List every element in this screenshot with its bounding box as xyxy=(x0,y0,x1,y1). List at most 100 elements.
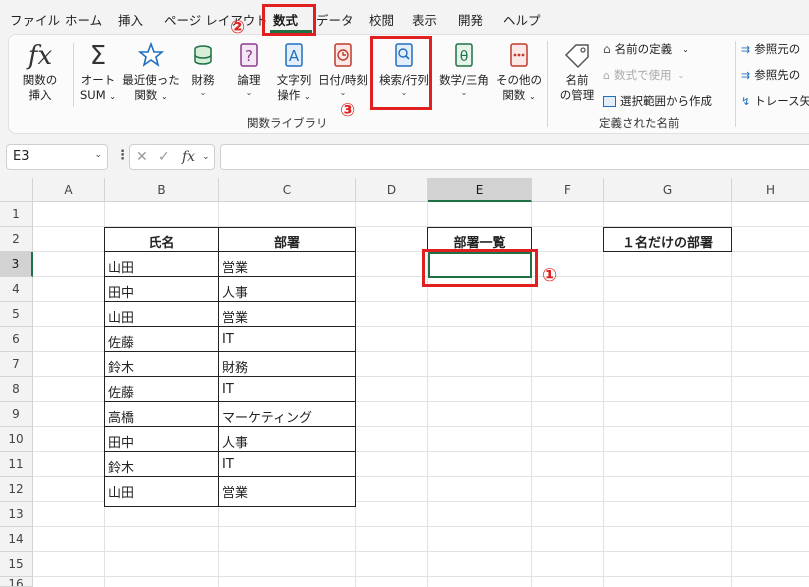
cell-c5[interactable]: 営業 xyxy=(222,307,248,326)
cell-c6[interactable]: IT xyxy=(222,332,234,347)
chevron-down-icon[interactable]: ⌄ xyxy=(94,150,102,160)
row-header-13[interactable]: 13 xyxy=(0,502,33,527)
tab-developer[interactable]: 開発 xyxy=(458,10,483,29)
tab-insert[interactable]: 挿入 xyxy=(118,10,143,29)
logical-button[interactable]: ? 論理 ⌄ xyxy=(229,41,269,98)
date-time-button[interactable]: 日付/時刻 ⌄ xyxy=(315,41,371,98)
cell-c12[interactable]: 営業 xyxy=(222,482,248,501)
name-manager-button[interactable]: 名前 の管理 xyxy=(551,41,603,103)
create-from-selection-button[interactable]: 選択範囲から作成 xyxy=(603,93,712,109)
svg-text:A: A xyxy=(289,47,300,65)
tab-help[interactable]: ヘルプ xyxy=(503,10,541,29)
cell-b9[interactable]: 高橋 xyxy=(108,407,134,426)
annotation-step-1: ① xyxy=(542,265,558,286)
cell-c10[interactable]: 人事 xyxy=(222,432,248,451)
more-options-icon[interactable]: ⋮ xyxy=(116,148,129,163)
row-header-5[interactable]: 5 xyxy=(0,302,33,327)
trace-dependents-button[interactable]: ⇉ 参照先の xyxy=(741,67,800,83)
tag-icon xyxy=(564,44,589,69)
cell-b12[interactable]: 山田 xyxy=(108,482,134,501)
row-header-8[interactable]: 8 xyxy=(0,377,33,402)
more-functions-button[interactable]: その他の 関数 ⌄ xyxy=(493,41,545,104)
select-all-corner[interactable] xyxy=(0,178,33,202)
trace-precedents-icon: ⇉ xyxy=(741,42,751,56)
header-name[interactable]: 氏名 xyxy=(105,232,218,251)
cell-b4[interactable]: 田中 xyxy=(108,282,134,301)
autosum-button[interactable]: Σ オート SUM ⌄ xyxy=(75,41,121,104)
column-header-g[interactable]: G xyxy=(604,178,732,202)
cancel-icon[interactable]: ✕ xyxy=(136,149,148,165)
formula-input[interactable] xyxy=(220,144,809,170)
row-header-3[interactable]: 3 xyxy=(0,252,33,277)
remove-arrows-icon: ↯ xyxy=(741,94,751,108)
cell-b11[interactable]: 鈴木 xyxy=(108,457,134,476)
trace-precedents-button[interactable]: ⇉ 参照元の xyxy=(741,41,800,57)
tab-home[interactable]: ホーム xyxy=(65,10,102,29)
cell-c9[interactable]: マーケティング xyxy=(222,407,312,426)
question-book-icon: ? xyxy=(240,43,258,67)
column-header-d[interactable]: D xyxy=(356,178,428,202)
svg-text:θ: θ xyxy=(460,49,469,65)
worksheet-grid[interactable]: A B C D E F G H 1 2 3 4 5 6 7 8 9 10 11 … xyxy=(0,178,809,587)
column-header-h[interactable]: H xyxy=(732,178,809,202)
column-header-c[interactable]: C xyxy=(219,178,356,202)
cell-b10[interactable]: 田中 xyxy=(108,432,134,451)
cell-c11[interactable]: IT xyxy=(222,457,234,472)
column-header-f[interactable]: F xyxy=(532,178,604,202)
tab-data[interactable]: データ xyxy=(316,10,354,29)
tab-page-layout[interactable]: ページ レイアウト xyxy=(164,10,268,29)
column-header-e[interactable]: E xyxy=(428,178,532,202)
row-header-9[interactable]: 9 xyxy=(0,402,33,427)
define-name-button[interactable]: ⌂ 名前の定義 ⌄ xyxy=(603,41,689,57)
more-book-icon xyxy=(510,43,528,67)
name-box[interactable]: E3 ⌄ xyxy=(6,144,108,170)
row-header-16[interactable]: 16 xyxy=(0,577,33,587)
cell-b7[interactable]: 鈴木 xyxy=(108,357,134,376)
column-header-a[interactable]: A xyxy=(33,178,105,202)
cell-c7[interactable]: 財務 xyxy=(222,357,248,376)
annotation-step-2: ② xyxy=(230,17,246,38)
recently-used-button[interactable]: 最近使った 関数 ⌄ xyxy=(121,41,181,104)
row-header-1[interactable]: 1 xyxy=(0,202,33,227)
row-header-10[interactable]: 10 xyxy=(0,427,33,452)
defined-names-label: 定義された名前 xyxy=(599,116,680,130)
tab-review[interactable]: 校閲 xyxy=(369,10,394,29)
enter-icon[interactable]: ✓ xyxy=(158,149,170,165)
header-department[interactable]: 部署 xyxy=(219,232,355,251)
trace-dependents-icon: ⇉ xyxy=(741,68,751,82)
cell-b5[interactable]: 山田 xyxy=(108,307,134,326)
cell-c8[interactable]: IT xyxy=(222,382,234,397)
formula-bar: E3 ⌄ ⋮ ✕ ✓ fx ⌄ xyxy=(0,140,809,174)
function-library-label: 関数ライブラリ xyxy=(247,116,328,130)
star-icon xyxy=(138,41,164,67)
insert-function-button[interactable]: fx 関数の 挿入 xyxy=(15,41,65,103)
tab-file[interactable]: ファイル xyxy=(10,10,60,29)
tab-view[interactable]: 表示 xyxy=(412,10,437,29)
row-header-7[interactable]: 7 xyxy=(0,352,33,377)
math-trig-button[interactable]: θ 数学/三角 ⌄ xyxy=(435,41,493,98)
cell-b3[interactable]: 山田 xyxy=(108,257,134,276)
use-in-formula-button[interactable]: ⌂ 数式で使用 ⌄ xyxy=(603,67,684,83)
row-header-2[interactable]: 2 xyxy=(0,227,33,252)
row-header-14[interactable]: 14 xyxy=(0,527,33,552)
row-header-4[interactable]: 4 xyxy=(0,277,33,302)
insert-function-icon[interactable]: fx xyxy=(182,149,195,165)
row-header-15[interactable]: 15 xyxy=(0,552,33,577)
cell-b8[interactable]: 佐藤 xyxy=(108,382,134,401)
text-button[interactable]: A 文字列 操作 ⌄ xyxy=(269,41,319,104)
cell-b6[interactable]: 佐藤 xyxy=(108,332,134,351)
annotation-box-tab xyxy=(262,4,316,36)
remove-arrows-button[interactable]: ↯ トレース矢 xyxy=(741,93,809,109)
cell-c4[interactable]: 人事 xyxy=(222,282,248,301)
row-header-6[interactable]: 6 xyxy=(0,327,33,352)
column-header-b[interactable]: B xyxy=(105,178,219,202)
sigma-icon: Σ xyxy=(89,41,107,71)
coins-icon xyxy=(194,45,212,65)
row-header-12[interactable]: 12 xyxy=(0,477,33,502)
single-dept-header[interactable]: １名だけの部署 xyxy=(604,232,731,251)
row-header-11[interactable]: 11 xyxy=(0,452,33,477)
financial-button[interactable]: 財務 ⌄ xyxy=(183,41,223,98)
excel-window: ファイル ホーム 挿入 ページ レイアウト 数式 データ 校閲 表示 開発 ヘル… xyxy=(0,0,809,587)
chevron-down-icon[interactable]: ⌄ xyxy=(202,152,210,162)
cell-c3[interactable]: 営業 xyxy=(222,257,248,276)
